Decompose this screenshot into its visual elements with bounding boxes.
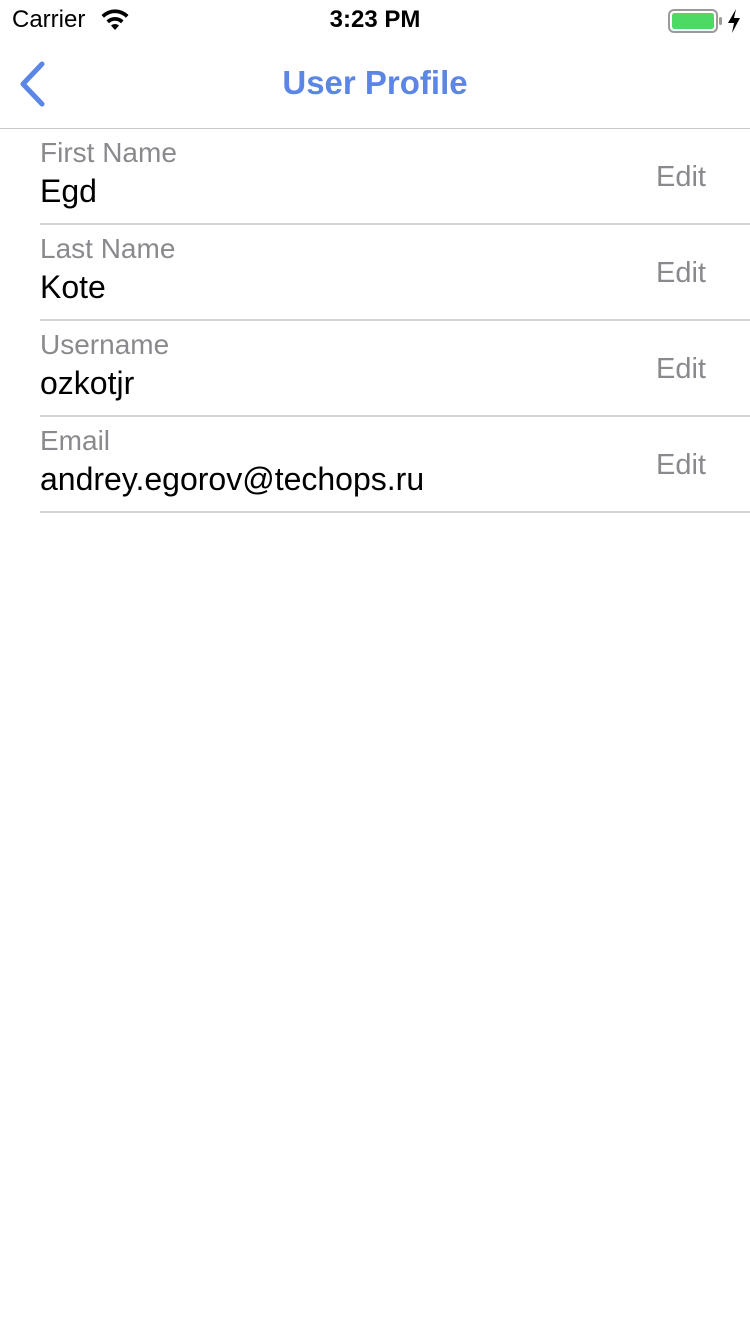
charging-icon	[728, 9, 740, 33]
profile-row-last-name: Last Name Kote Edit	[40, 225, 750, 321]
field-label: Username	[40, 329, 170, 360]
field-label: Email	[40, 425, 111, 456]
field-value: Egd	[40, 173, 97, 209]
navigation-bar: User Profile	[0, 40, 750, 129]
field-label: Last Name	[40, 233, 176, 264]
edit-first-name-button[interactable]: Edit	[656, 161, 706, 194]
profile-row-email: Email andrey.egorov@techops.ru Edit	[40, 417, 750, 513]
edit-last-name-button[interactable]: Edit	[656, 257, 706, 290]
status-bar: Carrier 3:23 PM	[0, 0, 750, 40]
profile-list: First Name Egd Edit Last Name Kote Edit …	[0, 129, 750, 513]
field-value: ozkotjr	[40, 365, 135, 401]
field-label: First Name	[40, 137, 177, 168]
page-title: User Profile	[282, 64, 468, 101]
edit-username-button[interactable]: Edit	[656, 353, 706, 386]
field-value: andrey.egorov@techops.ru	[40, 461, 425, 497]
field-value: Kote	[40, 269, 106, 305]
clock: 3:23 PM	[329, 6, 421, 33]
edit-email-button[interactable]: Edit	[656, 449, 706, 482]
battery-icon	[668, 9, 722, 33]
profile-row-username: Username ozkotjr Edit	[40, 321, 750, 417]
profile-row-first-name: First Name Egd Edit	[40, 129, 750, 225]
